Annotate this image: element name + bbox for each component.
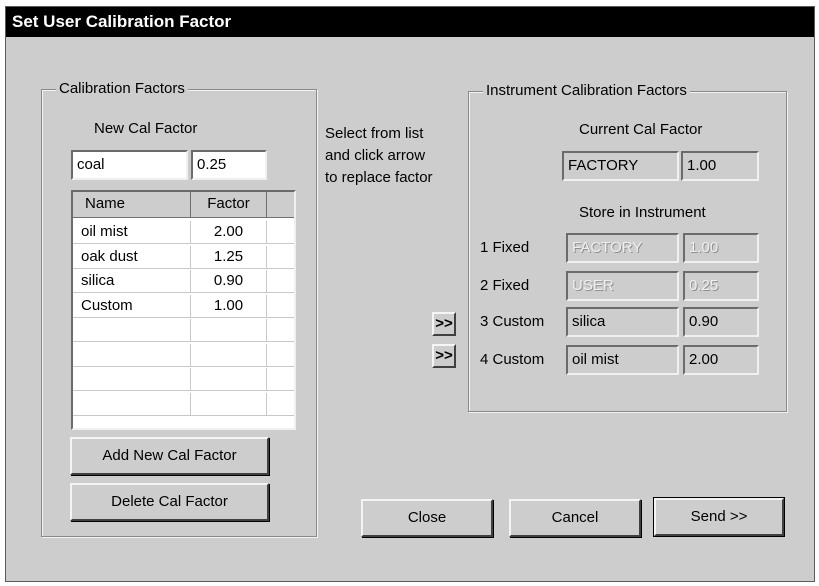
new-cal-factor-input[interactable]: 0.25 — [191, 150, 267, 180]
slot-value-field: 1.00 — [683, 233, 759, 263]
cell-blank — [267, 246, 294, 269]
instrument-calibration-legend: Instrument Calibration Factors — [483, 82, 690, 99]
send-button[interactable]: Send >> — [653, 497, 785, 537]
cell-name — [73, 319, 191, 342]
table-row[interactable]: Custom 1.00 — [73, 294, 294, 318]
slot-value-field[interactable]: 2.00 — [683, 345, 759, 375]
new-cal-factor-label: New Cal Factor — [94, 120, 198, 137]
slot-label: 4 Custom — [480, 351, 545, 368]
close-button[interactable]: Close — [361, 499, 493, 537]
dialog-title: Set User Calibration Factor — [6, 7, 814, 37]
table-row[interactable]: oil mist 2.00 — [73, 221, 294, 244]
cell-factor — [191, 343, 267, 367]
table-row[interactable] — [73, 392, 294, 416]
instruction-line-3: to replace factor — [325, 169, 433, 186]
slot-value-field[interactable]: 0.90 — [683, 307, 759, 337]
store-in-instrument-label: Store in Instrument — [579, 204, 706, 221]
cell-blank — [267, 221, 294, 244]
cell-factor — [191, 392, 267, 416]
cell-blank — [267, 344, 294, 367]
cell-name: oil mist — [73, 221, 191, 244]
cal-factor-table[interactable]: Name Factor oil mist 2.00 oak dust 1.25 sili… — [71, 190, 296, 430]
table-row[interactable] — [73, 343, 294, 367]
cell-blank — [267, 319, 294, 342]
slot-label: 3 Custom — [480, 313, 545, 330]
cell-blank — [267, 295, 294, 318]
replace-custom-4-arrow-button[interactable]: >> — [432, 344, 456, 368]
column-header-factor[interactable]: Factor — [191, 192, 267, 218]
slot-label: 2 Fixed — [480, 277, 530, 294]
instruction-line-2: and click arrow — [325, 147, 426, 164]
table-row[interactable]: silica 0.90 — [73, 270, 294, 293]
table-header: Name Factor — [73, 192, 294, 218]
cell-factor: 1.25 — [191, 245, 267, 269]
cell-factor: 0.90 — [191, 270, 267, 293]
cancel-button[interactable]: Cancel — [509, 499, 641, 537]
slot-name-field: USER — [566, 271, 679, 301]
cell-name: silica — [73, 270, 191, 293]
slot-name-field: FACTORY — [566, 233, 679, 263]
cell-factor: 2.00 — [191, 221, 267, 244]
current-cal-name-field: FACTORY — [562, 151, 679, 181]
slot-name-field[interactable]: oil mist — [566, 345, 679, 375]
cell-name: oak dust — [73, 245, 191, 269]
new-cal-name-input[interactable]: coal — [71, 150, 188, 180]
column-header-name[interactable]: Name — [73, 192, 191, 218]
cell-blank — [267, 270, 294, 293]
table-row[interactable] — [73, 319, 294, 342]
calibration-factors-legend: Calibration Factors — [56, 80, 188, 97]
slot-value-field: 0.25 — [683, 271, 759, 301]
instruction-line-1: Select from list — [325, 125, 424, 142]
current-cal-factor-label: Current Cal Factor — [579, 121, 703, 138]
add-new-cal-factor-button[interactable]: Add New Cal Factor — [70, 437, 269, 475]
current-cal-value-field: 1.00 — [681, 151, 759, 181]
cell-name — [73, 368, 191, 391]
cell-factor — [191, 319, 267, 342]
cell-name — [73, 392, 191, 416]
cell-blank — [267, 393, 294, 416]
cell-blank — [267, 368, 294, 391]
column-header-blank — [267, 192, 294, 218]
cell-factor — [191, 368, 267, 391]
table-row[interactable]: oak dust 1.25 — [73, 245, 294, 269]
table-row[interactable] — [73, 368, 294, 391]
cell-factor: 1.00 — [191, 294, 267, 318]
delete-cal-factor-button[interactable]: Delete Cal Factor — [70, 483, 269, 521]
slot-name-field[interactable]: silica — [566, 307, 679, 337]
slot-label: 1 Fixed — [480, 239, 530, 256]
calibration-dialog: Set User Calibration Factor Calibration … — [5, 6, 815, 582]
cell-name — [73, 343, 191, 367]
cell-name: Custom — [73, 294, 191, 318]
replace-custom-3-arrow-button[interactable]: >> — [432, 312, 456, 336]
